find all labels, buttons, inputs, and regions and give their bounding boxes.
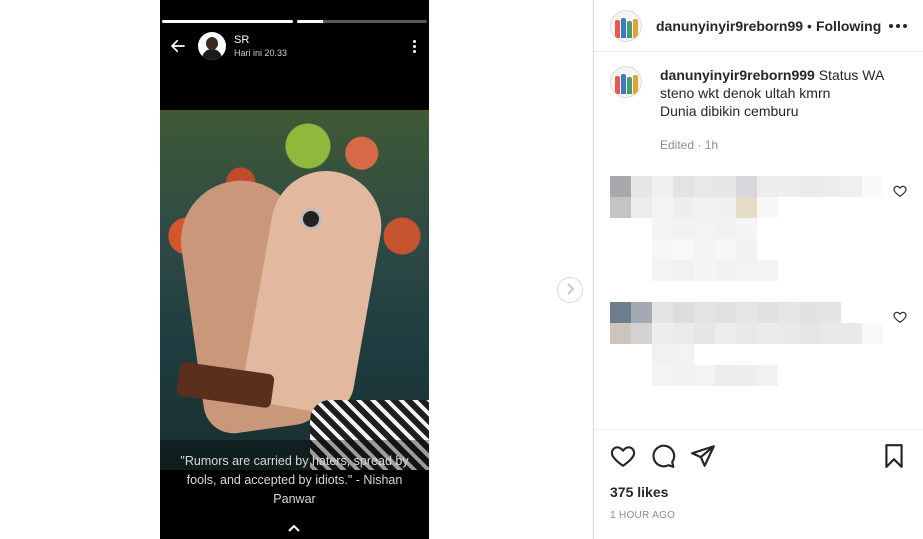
post-side-panel: danunyinyir9reborn99 • Following danunyi…: [594, 0, 923, 539]
caption-line: Dunia dibikin cemburu: [660, 103, 799, 119]
more-vertical-icon[interactable]: [407, 36, 421, 56]
back-arrow-icon[interactable]: [168, 36, 188, 56]
story-screenshot: SR Hari ini 20.33 "Rumors are carried by…: [160, 0, 429, 539]
comment-item: [610, 302, 907, 422]
pixelated-comment: [610, 176, 883, 281]
comment-item: [610, 176, 907, 296]
media-area: SR Hari ini 20.33 "Rumors are carried by…: [0, 0, 594, 539]
caption: danunyinyir9reborn999 Status WA steno wk…: [610, 66, 907, 154]
chevron-right-icon: [565, 282, 575, 298]
caption-meta: Edited · 1h: [660, 138, 719, 152]
heart-icon[interactable]: [610, 443, 636, 469]
story-author-avatar: [198, 32, 226, 60]
following-button[interactable]: Following: [816, 18, 881, 34]
profile-avatar[interactable]: [610, 9, 642, 42]
story-meta: SR Hari ini 20.33: [234, 34, 287, 58]
header-separator: •: [807, 17, 812, 34]
chevron-up-icon[interactable]: [287, 522, 301, 536]
comment-icon[interactable]: [650, 443, 676, 469]
story-progress-segment: [296, 20, 427, 23]
story-header: SR Hari ini 20.33: [160, 28, 429, 64]
likes-count[interactable]: 375 likes: [610, 484, 907, 500]
caption-avatar[interactable]: [610, 66, 642, 98]
caption-username[interactable]: danunyinyir9reborn999: [660, 67, 815, 83]
post-header: danunyinyir9reborn99 • Following: [594, 0, 923, 52]
bookmark-icon[interactable]: [881, 443, 907, 469]
story-time: Hari ini 20.33: [234, 48, 288, 58]
post-timestamp[interactable]: 1 HOUR AGO: [610, 510, 907, 521]
caption-line: steno wkt denok ultah kmrn: [660, 85, 831, 101]
action-row: [610, 442, 907, 470]
post-actions: 375 likes 1 HOUR AGO: [594, 429, 923, 521]
more-horizontal-icon[interactable]: [889, 23, 907, 28]
pixelated-comment: [610, 302, 883, 407]
comment-like-heart-icon[interactable]: [893, 184, 907, 198]
story-photo: [160, 110, 429, 470]
caption-line: Status WA: [818, 67, 885, 83]
header-username[interactable]: danunyinyir9reborn99: [656, 18, 803, 34]
next-post-button[interactable]: [557, 277, 583, 303]
story-quote: "Rumors are carried by haters, spread by…: [180, 454, 409, 506]
photo-ring: [300, 208, 322, 230]
comment-like-heart-icon[interactable]: [893, 310, 907, 324]
instagram-post-view: SR Hari ini 20.33 "Rumors are carried by…: [0, 0, 923, 539]
story-progress-segment: [162, 20, 293, 23]
story-author-name: SR: [234, 34, 250, 46]
caption-body: danunyinyir9reborn999 Status WA steno wk…: [660, 66, 884, 154]
share-icon[interactable]: [690, 443, 716, 469]
story-progress: [162, 20, 427, 23]
